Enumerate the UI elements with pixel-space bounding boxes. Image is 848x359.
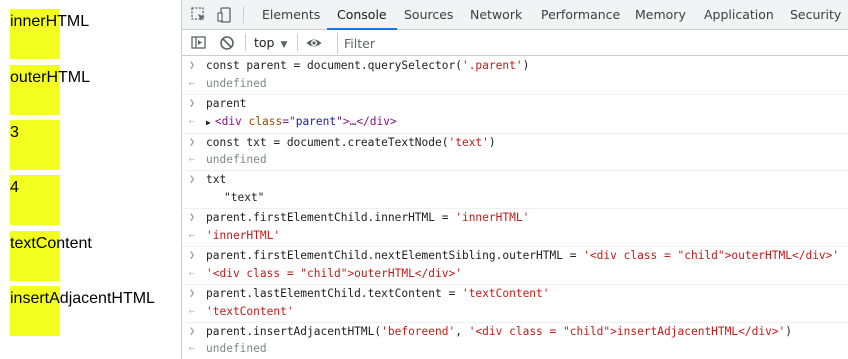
tab-memory[interactable]: Memory <box>635 0 686 29</box>
console-result-row: ⇠ 'innerHTML' <box>182 227 848 245</box>
tab-performance[interactable]: Performance <box>541 0 620 29</box>
child-div: 3 <box>10 120 60 170</box>
child-div: textContent <box>10 231 92 281</box>
console-input-text: parent <box>206 97 247 110</box>
page-preview: innerHTML outerHTML 3 4 textContent inse… <box>0 0 181 359</box>
console-result-text: "text" <box>224 191 265 204</box>
result-arrow-icon: ⇠ <box>189 268 196 279</box>
console-result-text: undefined <box>206 342 267 355</box>
console-input-text: parent.lastElementChild.textContent = 't… <box>206 287 550 300</box>
input-prompt-icon: ❯ <box>189 212 196 223</box>
result-arrow-icon: ⇠ <box>189 154 196 165</box>
console-input-row: ❯ parent.lastElementChild.textContent = … <box>182 284 848 303</box>
input-prompt-icon: ❯ <box>189 137 196 148</box>
console-toolbar: top ▼ <box>182 30 848 56</box>
sidebar-toggle-icon[interactable] <box>190 34 208 52</box>
console-input-text: const txt = document.createTextNode('tex… <box>206 136 496 149</box>
console-input-text: txt <box>206 173 227 186</box>
console-input-row: ❯ parent.insertAdjacentHTML('beforeend',… <box>182 322 848 341</box>
tab-application[interactable]: Application <box>704 0 774 29</box>
console-result-row: "text" <box>182 189 848 207</box>
devtools-tab-bar: Elements Console Sources Network Perform… <box>182 0 848 30</box>
console-result-row: ⇠ 'textContent' <box>182 303 848 321</box>
console-input-row: ❯ parent <box>182 94 848 113</box>
clear-console-icon[interactable] <box>218 34 236 52</box>
console-result-text: undefined <box>206 77 267 90</box>
tab-network[interactable]: Network <box>470 0 522 29</box>
console-input-row: ❯ parent.firstElementChild.nextElementSi… <box>182 246 848 265</box>
input-prompt-icon: ❯ <box>189 250 196 261</box>
context-selector[interactable]: top ▼ <box>254 30 287 55</box>
result-arrow-icon: ⇠ <box>189 230 196 241</box>
console-result-element[interactable]: ▶ <div class="parent">…</div> <box>206 113 397 132</box>
toolbar-separator <box>245 34 246 51</box>
eye-icon[interactable] <box>305 34 323 52</box>
console-input-row: ❯ parent.firstElementChild.innerHTML = '… <box>182 208 848 227</box>
inspect-element-icon[interactable] <box>190 6 208 24</box>
console-input-row: ❯ const txt = document.createTextNode('t… <box>182 133 848 152</box>
console-input-row: ❯ txt <box>182 170 848 189</box>
console-result-row[interactable]: ⇠ ▶ <div class="parent">…</div> <box>182 113 848 131</box>
console-result-row: ⇠ undefined <box>182 151 848 169</box>
tab-console[interactable]: Console <box>327 0 397 30</box>
console-result-text: 'textContent' <box>206 305 294 318</box>
console-result-row: ⇠ undefined <box>182 340 848 358</box>
result-arrow-icon: ⇠ <box>189 306 196 317</box>
toolbar-separator <box>243 6 244 23</box>
input-prompt-icon: ❯ <box>189 326 196 337</box>
input-prompt-icon: ❯ <box>189 174 196 185</box>
child-div: insertAdjacentHTML <box>10 286 155 336</box>
devtools-panel: Elements Console Sources Network Perform… <box>181 0 848 359</box>
result-arrow-icon: ⇠ <box>189 78 196 89</box>
filter-input[interactable] <box>337 33 848 54</box>
child-div: 4 <box>10 175 60 225</box>
input-prompt-icon: ❯ <box>189 60 196 71</box>
device-toolbar-icon[interactable] <box>216 6 234 24</box>
child-div: outerHTML <box>10 65 90 115</box>
result-arrow-icon: ⇠ <box>189 343 196 354</box>
child-div: innerHTML <box>10 9 89 59</box>
chevron-down-icon: ▼ <box>280 40 288 50</box>
console-input-text: parent.firstElementChild.innerHTML = 'in… <box>206 211 530 224</box>
console-result-text: undefined <box>206 153 267 166</box>
console-input-text: const parent = document.querySelector('.… <box>206 59 530 72</box>
tab-elements[interactable]: Elements <box>262 0 320 29</box>
expand-triangle-icon[interactable]: ▶ <box>206 118 211 127</box>
input-prompt-icon: ❯ <box>189 288 196 299</box>
toolbar-separator <box>297 34 298 51</box>
tab-security[interactable]: Security <box>790 0 841 29</box>
console-result-text: '<div class = "child">outerHTML</div>' <box>206 267 462 280</box>
console-result-row: ⇠ '<div class = "child">outerHTML</div>' <box>182 265 848 283</box>
console-input-row: ❯ const parent = document.querySelector(… <box>182 57 848 75</box>
console-result-row: ⇠ undefined <box>182 75 848 93</box>
console-result-text: 'innerHTML' <box>206 229 281 242</box>
console-input-text: parent.firstElementChild.nextElementSibl… <box>206 249 840 262</box>
console-input-text: parent.insertAdjacentHTML('beforeend', '… <box>206 325 793 338</box>
context-label: top <box>254 35 275 50</box>
input-prompt-icon: ❯ <box>189 98 196 109</box>
console-log: ❯ const parent = document.querySelector(… <box>182 57 848 359</box>
tab-sources[interactable]: Sources <box>404 0 453 29</box>
result-arrow-icon: ⇠ <box>189 116 196 127</box>
